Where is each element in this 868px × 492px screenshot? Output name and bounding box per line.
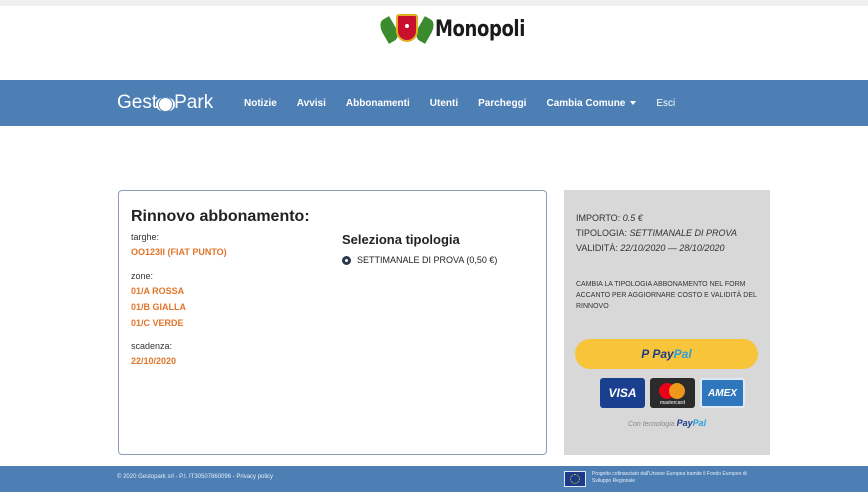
gestopark-brand[interactable]: Gest Park	[117, 92, 213, 114]
expiry-value: 22/10/2020	[131, 356, 177, 366]
visa-logo-text: VISA	[608, 386, 637, 400]
visa-card-button[interactable]: VISA	[600, 378, 645, 408]
select-type-title: Seleziona tipologia	[342, 232, 460, 247]
eu-funding-text: Progetto cofinanziato dall'Unione Europe…	[592, 471, 747, 484]
main-navbar: Gest Park Notizie Avvisi Abbonamenti Ute…	[0, 80, 868, 126]
nav-item-notizie[interactable]: Notizie	[244, 98, 277, 109]
zone-item: 01/C VERDE	[131, 318, 184, 328]
payment-panel: IMPORTO: 0.5 € TIPOLOGIA: SETTIMANALE DI…	[564, 190, 770, 455]
validity-label: VALIDITÀ:	[576, 243, 618, 253]
powered-paypal-logo: PayPal	[677, 418, 707, 428]
logo-text: Monopoli	[435, 16, 525, 42]
nav-item-esci[interactable]: Esci	[656, 98, 675, 109]
zone-item: 01/B GIALLA	[131, 302, 187, 312]
radio-selected[interactable]	[342, 255, 351, 265]
coat-of-arms-icon	[376, 12, 438, 46]
paypal-button[interactable]: P Pay Pal	[575, 339, 758, 369]
powered-by-paypal: Con tecnologia PayPal	[564, 418, 770, 428]
site-footer: © 2020 Gestopark srl - P.I. IT3050786009…	[0, 466, 868, 492]
amex-logo-text: AMEX	[708, 387, 737, 399]
zones-label: zone:	[131, 271, 154, 281]
plates-label: targhe:	[131, 232, 160, 242]
type-line: TIPOLOGIA: SETTIMANALE DI PROVA	[576, 228, 737, 238]
footer-copyright[interactable]: © 2020 Gestopark srl - P.I. IT3050786009…	[117, 474, 273, 480]
nav-item-cambia-comune[interactable]: Cambia Comune	[546, 97, 637, 109]
powered-by-text: Con tecnologia	[627, 421, 675, 428]
mastercard-logo-text: mastercard	[659, 400, 685, 406]
amex-card-button[interactable]: AMEX	[700, 378, 745, 408]
brand-left: Gest	[117, 92, 158, 113]
validity-value: 22/10/2020 — 28/10/2020	[620, 243, 725, 253]
amount-value: 0.5 €	[622, 213, 643, 223]
mastercard-circle-yellow	[669, 383, 685, 399]
cambia-comune-label: Cambia Comune	[546, 97, 626, 109]
type-label: TIPOLOGIA:	[576, 228, 628, 238]
renewal-title: Rinnovo abbonamento:	[131, 208, 310, 225]
amount-label: IMPORTO:	[576, 213, 621, 223]
card-options: VISA mastercard AMEX	[600, 378, 745, 408]
flower-icon	[158, 96, 174, 112]
nav-item-abbonamenti[interactable]: Abbonamenti	[346, 98, 410, 109]
paypal-logo-icon: P	[641, 347, 650, 361]
zone-item: 01/A ROSSA	[131, 286, 185, 296]
powered-pal: Pal	[692, 418, 707, 428]
payment-note: CAMBIA LA TIPOLOGIA ABBONAMENTO NEL FORM…	[576, 281, 757, 310]
nav-item-utenti[interactable]: Utenti	[430, 98, 458, 109]
powered-pay: Pay	[676, 418, 693, 428]
caret-down-icon	[630, 100, 637, 105]
paypal-pay-text: Pay	[652, 347, 674, 361]
monopoli-logo[interactable]: Monopoli	[376, 12, 545, 46]
amount-line: IMPORTO: 0.5 €	[576, 213, 643, 223]
nav-menu: Notizie Avvisi Abbonamenti Utenti Parche…	[244, 80, 695, 126]
nav-item-parcheggi[interactable]: Parcheggi	[478, 98, 526, 109]
eu-flag-icon	[564, 471, 586, 487]
type-value: SETTIMANALE DI PROVA	[629, 228, 738, 238]
brand-right: Park	[174, 92, 214, 113]
type-option[interactable]: SETTIMANALE DI PROVA (0,50 €)	[342, 255, 497, 265]
plate-value: OO123II (FIAT PUNTO)	[131, 247, 227, 257]
type-option-label: SETTIMANALE DI PROVA (0,50 €)	[357, 255, 498, 265]
nav-item-avvisi[interactable]: Avvisi	[297, 98, 326, 109]
mastercard-card-button[interactable]: mastercard	[650, 378, 695, 408]
validity-line: VALIDITÀ: 22/10/2020 — 28/10/2020	[576, 243, 724, 253]
paypal-pal-text: Pal	[673, 347, 692, 361]
expiry-label: scadenza:	[131, 341, 173, 351]
renewal-card: Rinnovo abbonamento: targhe: OO123II (FI…	[118, 190, 547, 455]
site-header: Monopoli	[0, 0, 868, 80]
